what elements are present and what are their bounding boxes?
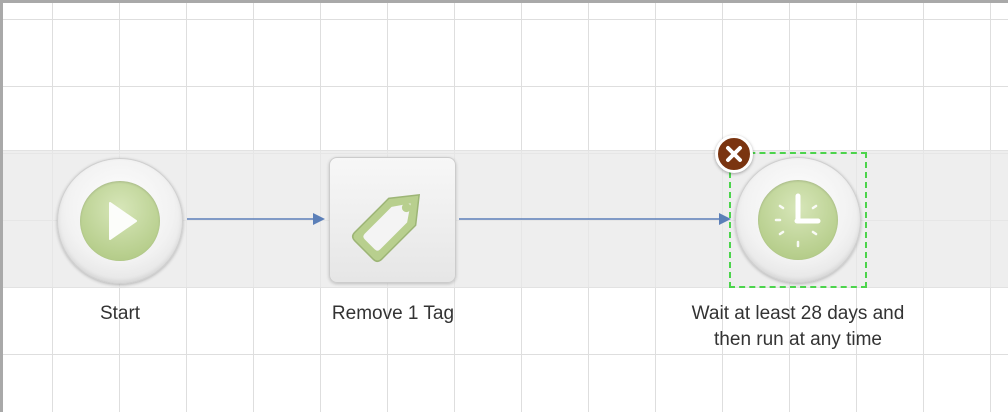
wait-node-label: Wait at least 28 days and then run at an… — [633, 301, 963, 353]
start-node-inner — [80, 181, 160, 261]
wait-node[interactable] — [735, 157, 861, 283]
close-icon — [726, 146, 742, 162]
remove-tag-node[interactable] — [329, 157, 456, 283]
remove-tag-node-label: Remove 1 Tag — [331, 303, 455, 324]
wait-node-label-line1: Wait at least 28 days and — [691, 303, 905, 324]
start-node[interactable] — [57, 158, 183, 284]
play-icon — [109, 202, 137, 240]
tag-icon — [351, 193, 421, 263]
workflow-canvas[interactable]: Start Remove 1 Tag Wait at least 28 days… — [0, 0, 1008, 412]
start-node-label: Start — [99, 303, 141, 324]
wait-node-label-line2: then run at any time — [714, 329, 882, 350]
clock-icon — [774, 193, 821, 248]
delete-node-button[interactable] — [715, 135, 753, 173]
wait-node-inner — [758, 180, 838, 260]
